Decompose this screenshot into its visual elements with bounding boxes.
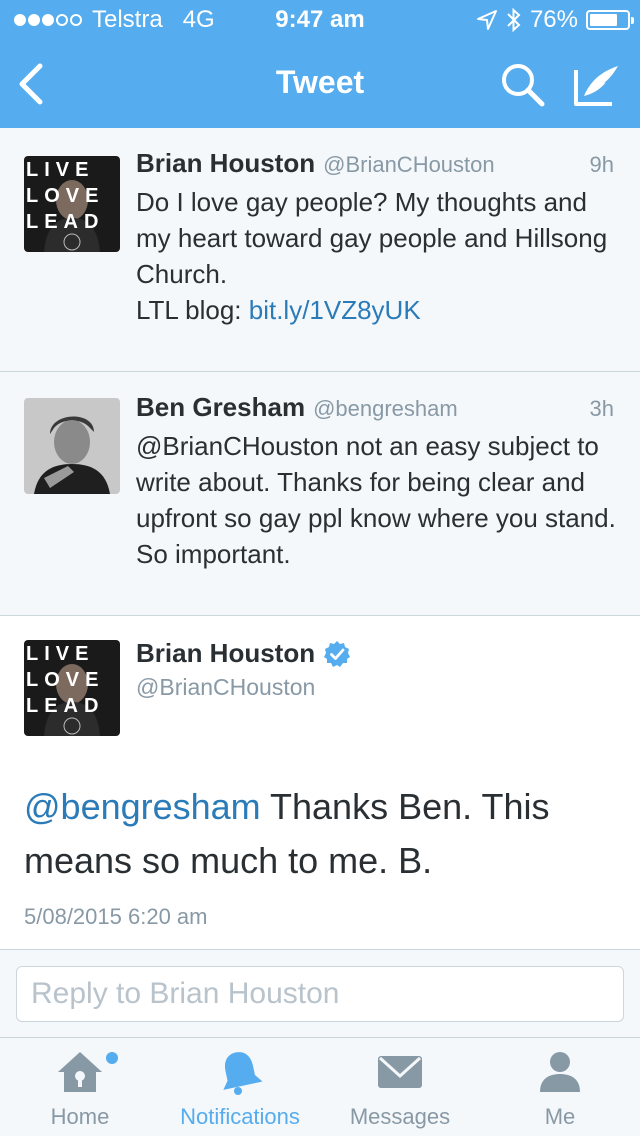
tweet-time: 9h — [589, 152, 614, 177]
battery-percent: 76% — [529, 6, 578, 33]
verified-badge-icon — [324, 640, 351, 667]
bell-icon — [223, 1052, 263, 1095]
avatar-art-row2: LOVE — [26, 669, 104, 691]
tab-label: Home — [50, 1104, 110, 1129]
author-name[interactable]: Ben Gresham — [136, 392, 305, 422]
notification-badge — [106, 1052, 118, 1064]
tweet-timestamp: 5/08/2015 6:20 am — [24, 904, 208, 929]
home-icon — [58, 1052, 102, 1092]
tab-home[interactable]: Home — [0, 1038, 160, 1136]
envelope-icon — [378, 1056, 422, 1088]
author-name[interactable]: Brian Houston — [136, 638, 315, 669]
tab-notifications[interactable]: Notifications — [160, 1038, 320, 1136]
tweet-link[interactable]: bit.ly/1VZ8yUK — [249, 295, 421, 325]
avatar[interactable]: LIVE LOVE LEAD — [24, 640, 120, 736]
avatar-art-row1: LIVE — [26, 159, 94, 181]
author-name[interactable]: Brian Houston — [136, 148, 315, 178]
tab-label: Notifications — [180, 1104, 300, 1129]
tweet-brian-houston[interactable]: LIVE LOVE LEAD Brian Houston @BrianCHoust… — [0, 128, 640, 372]
person-icon — [540, 1052, 580, 1092]
author-handle[interactable]: @bengresham — [313, 396, 458, 421]
avatar-art-row2: LOVE — [26, 185, 104, 207]
reply-input[interactable] — [16, 966, 624, 1022]
blog-prefix: LTL blog: — [136, 295, 249, 325]
tweet-author: Brian Houston @BrianCHouston — [136, 148, 495, 179]
tweet-time: 3h — [589, 396, 614, 421]
header: Telstra 4G 9:47 am 76% Tweet — [0, 0, 640, 128]
tab-me[interactable]: Me — [480, 1038, 640, 1136]
tab-bar: Home Notifications Messages Me — [0, 1038, 640, 1136]
avatar-art-row3: LEAD — [26, 695, 104, 717]
status-bar: Telstra 4G 9:47 am 76% — [0, 0, 640, 40]
author-handle[interactable]: @BrianCHouston — [323, 152, 495, 177]
tab-messages[interactable]: Messages — [320, 1038, 480, 1136]
avatar-art-row1: LIVE — [26, 643, 94, 665]
main-tweet-text: @bengresham Thanks Ben. This means so mu… — [24, 780, 624, 888]
location-arrow-icon — [476, 10, 497, 30]
battery-icon — [586, 10, 634, 30]
status-right: 76% — [476, 6, 634, 34]
author-handle[interactable]: @BrianCHouston — [136, 674, 315, 701]
avatar[interactable]: LIVE LOVE LEAD — [24, 156, 120, 252]
reply-bar — [0, 950, 640, 1038]
compose-icon[interactable] — [572, 62, 622, 108]
tab-label: Messages — [349, 1104, 451, 1129]
nav-bar: Tweet — [0, 40, 640, 128]
tweet-text: @BrianCHouston not an easy subject to wr… — [136, 431, 616, 569]
tweet-ben-gresham[interactable]: Ben Gresham @bengresham 3h @BrianCHouston… — [0, 372, 640, 616]
avatar[interactable] — [24, 398, 120, 494]
main-tweet: LIVE LOVE LEAD Brian Houston @BrianCHous… — [0, 616, 640, 950]
tab-label: Me — [544, 1104, 576, 1129]
bluetooth-icon — [507, 7, 521, 33]
avatar-art-row3: LEAD — [26, 211, 104, 233]
tweet-text: Do I love gay people? My thoughts and my… — [136, 184, 616, 328]
search-icon[interactable] — [500, 62, 546, 108]
tweet-author: Ben Gresham @bengresham — [136, 392, 458, 423]
main-author: Brian Houston — [136, 638, 351, 669]
tweet-body: Do I love gay people? My thoughts and my… — [136, 187, 608, 289]
mention-link[interactable]: @bengresham — [24, 786, 261, 827]
